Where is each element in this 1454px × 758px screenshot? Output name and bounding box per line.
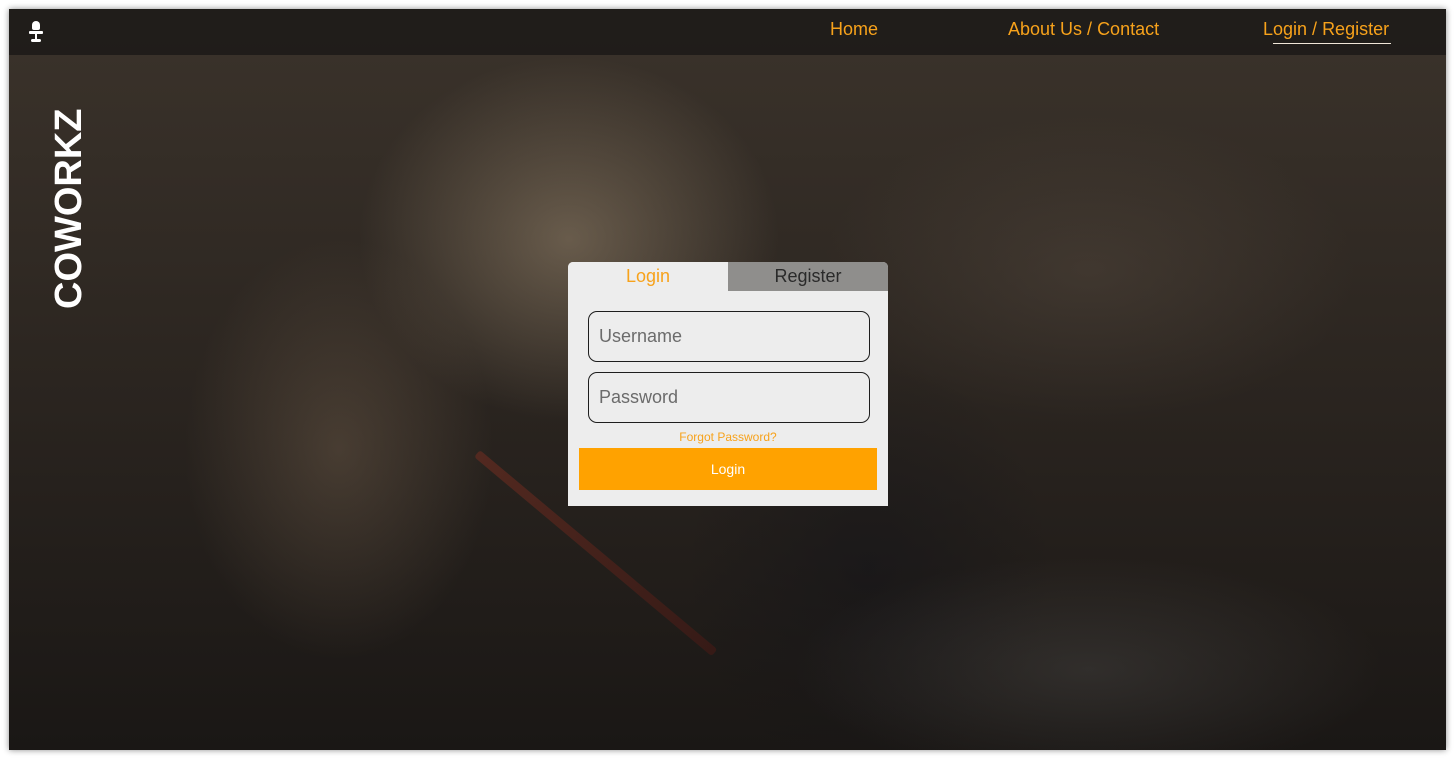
login-button[interactable]: Login: [579, 448, 877, 490]
nav-separator: /: [1312, 19, 1318, 39]
tab-register[interactable]: Register: [728, 262, 888, 291]
auth-card: Login Register Forgot Password? Login: [568, 262, 888, 506]
page-background: Home About Us / Contact Login / Register COW…: [9, 9, 1446, 750]
nav-home-link[interactable]: Home: [830, 19, 878, 40]
nav-about-contact: About Us / Contact: [1008, 19, 1159, 40]
chair-logo-icon[interactable]: [29, 21, 43, 43]
forgot-password-link[interactable]: Forgot Password?: [568, 430, 888, 444]
nav-about-link[interactable]: About Us: [1008, 19, 1082, 39]
nav-login-link[interactable]: Login: [1263, 19, 1307, 39]
active-nav-underline: [1273, 43, 1391, 44]
username-input[interactable]: [588, 311, 870, 362]
password-input[interactable]: [588, 372, 870, 423]
nav-contact-link[interactable]: Contact: [1097, 19, 1159, 39]
nav-login-register: Login / Register: [1263, 19, 1389, 40]
top-navbar: Home About Us / Contact Login / Register: [9, 9, 1446, 55]
brand-title: COWORKZ: [48, 108, 90, 309]
tab-login[interactable]: Login: [568, 262, 728, 291]
nav-separator: /: [1087, 19, 1093, 39]
nav-register-link[interactable]: Register: [1322, 19, 1389, 39]
